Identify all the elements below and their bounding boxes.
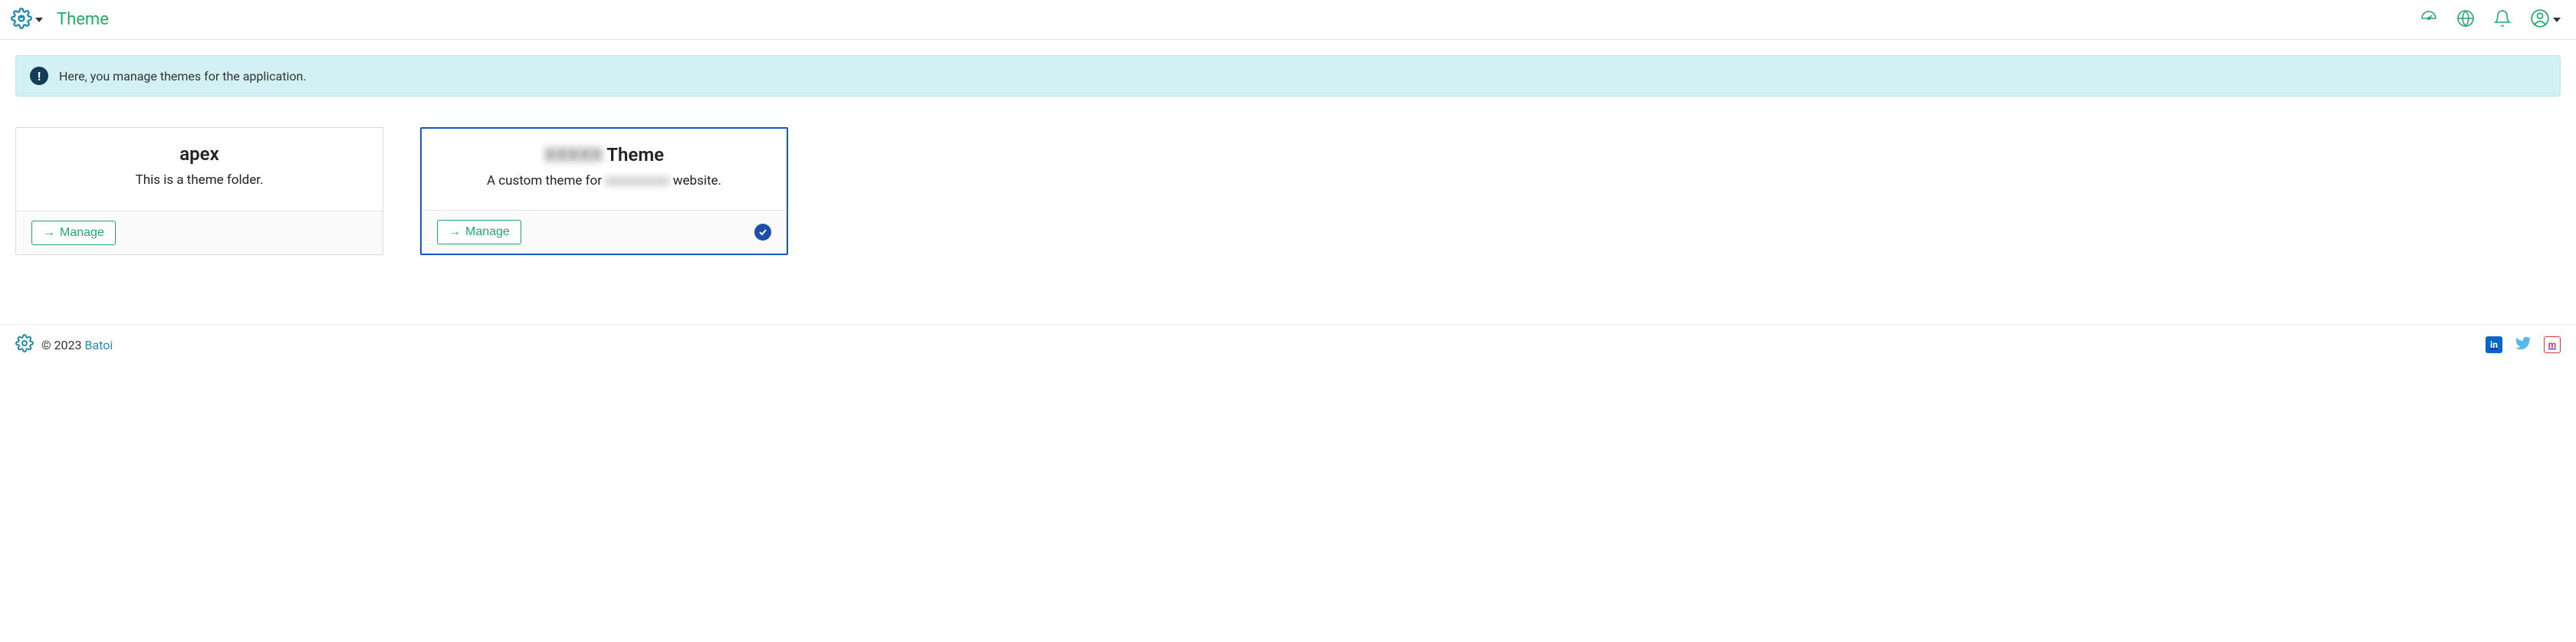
logo-dropdown[interactable]: [11, 8, 43, 32]
card-title: XXXXX Theme: [440, 144, 768, 165]
footer-logo-icon: [15, 334, 34, 355]
redacted-text: xxxxxxxxxx: [605, 173, 669, 188]
bell-icon[interactable]: [2493, 9, 2512, 31]
twitter-icon[interactable]: [2515, 335, 2532, 355]
redacted-text: XXXXX: [544, 144, 603, 165]
arrow-right-icon: →: [449, 225, 461, 239]
card-footer: → Manage: [422, 210, 787, 254]
info-banner-text: Here, you manage themes for the applicat…: [59, 69, 307, 84]
mastodon-icon[interactable]: m: [2544, 336, 2561, 353]
footer-copyright: © 2023 Batoi: [41, 338, 113, 352]
card-description: This is a theme folder.: [34, 172, 364, 188]
user-avatar-icon: [2530, 8, 2550, 31]
caret-down-icon: [35, 12, 43, 27]
footer-right: in m: [2486, 335, 2561, 355]
card-body: apex This is a theme folder.: [16, 128, 383, 211]
manage-button[interactable]: → Manage: [31, 221, 116, 245]
user-menu[interactable]: [2530, 8, 2561, 31]
theme-card-selected: XXXXX Theme A custom theme for xxxxxxxxx…: [420, 127, 788, 255]
card-body: XXXXX Theme A custom theme for xxxxxxxxx…: [422, 129, 787, 210]
arrow-right-icon: →: [43, 226, 55, 240]
header-left: Theme: [11, 8, 109, 32]
theme-cards-row: apex This is a theme folder. → Manage XX…: [15, 127, 2561, 255]
page-footer: © 2023 Batoi in m: [0, 324, 2576, 371]
main-content: ! Here, you manage themes for the applic…: [0, 40, 2576, 270]
info-banner: ! Here, you manage themes for the applic…: [15, 55, 2561, 97]
card-footer: → Manage: [16, 211, 383, 254]
footer-brand-link[interactable]: Batoi: [84, 338, 113, 352]
card-description: A custom theme for xxxxxxxxxx website.: [440, 173, 768, 188]
app-header: Theme: [0, 0, 2576, 40]
selected-check-icon: [754, 224, 771, 241]
footer-left: © 2023 Batoi: [15, 334, 113, 355]
manage-button-label: Manage: [60, 226, 104, 240]
manage-button-label: Manage: [465, 225, 510, 239]
dashboard-icon[interactable]: [2420, 9, 2438, 31]
linkedin-icon[interactable]: in: [2486, 336, 2502, 353]
card-title: apex: [34, 143, 364, 165]
manage-button[interactable]: → Manage: [437, 220, 521, 244]
globe-icon[interactable]: [2456, 9, 2475, 31]
info-icon: !: [30, 67, 48, 85]
gear-logo-icon: [11, 8, 32, 32]
page-title: Theme: [57, 10, 109, 29]
theme-card-apex: apex This is a theme folder. → Manage: [15, 127, 383, 255]
user-caret-icon: [2553, 12, 2561, 27]
header-right: [2420, 8, 2561, 31]
